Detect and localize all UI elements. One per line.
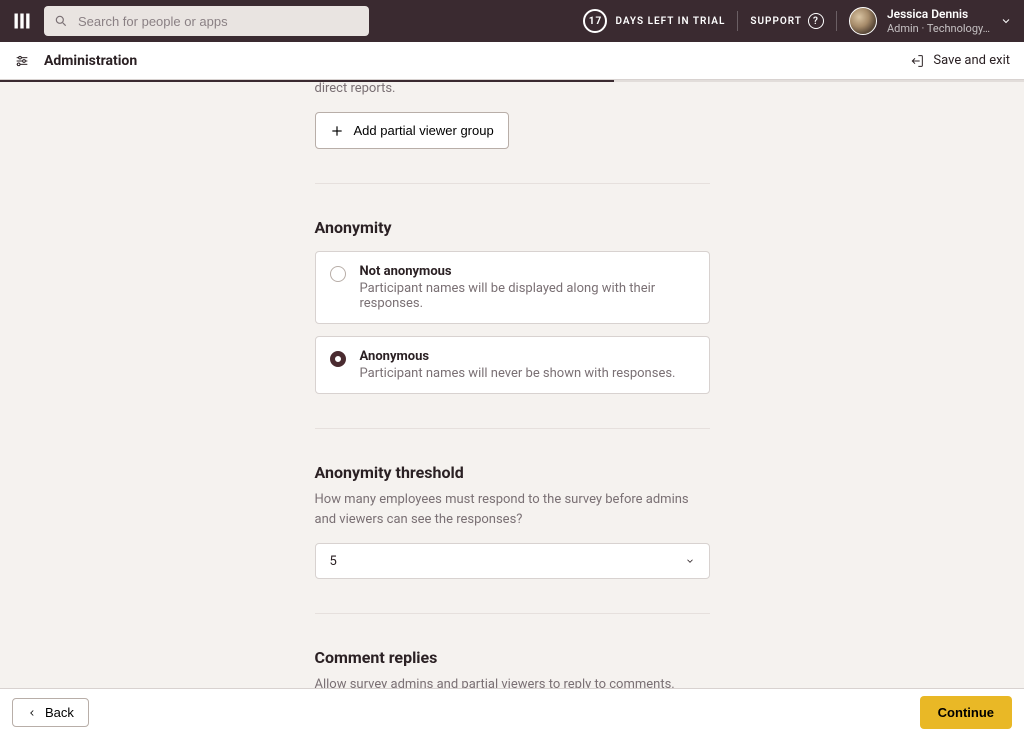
chevron-down-icon — [685, 556, 695, 566]
user-name: Jessica Dennis — [887, 7, 990, 21]
trial-label: DAYS LEFT IN TRIAL — [615, 16, 725, 27]
top-navbar: 17 DAYS LEFT IN TRIAL SUPPORT ? Jessica … — [0, 0, 1024, 42]
divider — [836, 11, 837, 31]
radio-icon — [330, 266, 346, 282]
logo[interactable] — [12, 11, 32, 31]
help-icon: ? — [808, 13, 824, 29]
divider — [737, 11, 738, 31]
divider — [315, 428, 710, 429]
exit-icon — [909, 53, 925, 69]
support-link[interactable]: SUPPORT ? — [750, 13, 824, 29]
threshold-select[interactable]: 5 — [315, 543, 710, 579]
settings-sliders-icon[interactable] — [14, 53, 30, 69]
threshold-heading: Anonymity threshold — [315, 463, 710, 482]
comment-replies-heading: Comment replies — [315, 648, 710, 667]
plus-icon — [330, 124, 344, 138]
search-input[interactable] — [76, 13, 359, 30]
avatar — [849, 7, 877, 35]
anonymity-option-anonymous[interactable]: Anonymous Participant names will never b… — [315, 336, 710, 394]
chevron-down-icon — [1000, 15, 1012, 27]
page-subheader: Administration Save and exit — [0, 42, 1024, 80]
user-menu[interactable]: Jessica Dennis Admin · Technology… — [849, 7, 1012, 35]
save-and-exit-button[interactable]: Save and exit — [909, 53, 1010, 69]
continue-button[interactable]: Continue — [920, 696, 1012, 729]
page-title: Administration — [44, 53, 137, 69]
radio-icon-selected — [330, 351, 346, 367]
search-icon — [54, 14, 68, 28]
global-search[interactable] — [44, 6, 369, 36]
option-desc: Participant names will never be shown wi… — [360, 366, 676, 381]
wizard-footer: Back Continue — [0, 688, 1024, 736]
back-button[interactable]: Back — [12, 698, 89, 727]
option-desc: Participant names will be displayed alon… — [360, 281, 695, 311]
trial-badge[interactable]: 17 DAYS LEFT IN TRIAL — [583, 9, 725, 33]
option-title: Not anonymous — [360, 264, 695, 279]
divider — [315, 183, 710, 184]
truncated-prior-text: direct reports. — [315, 82, 710, 96]
divider — [315, 613, 710, 614]
content-area: direct reports. Add partial viewer group… — [0, 82, 1024, 688]
threshold-value: 5 — [330, 554, 337, 569]
chevron-left-icon — [27, 708, 37, 718]
threshold-desc: How many employees must respond to the s… — [315, 490, 710, 529]
anonymity-option-not-anonymous[interactable]: Not anonymous Participant names will be … — [315, 251, 710, 324]
trial-days-circle: 17 — [583, 9, 607, 33]
add-partial-viewer-group-button[interactable]: Add partial viewer group — [315, 112, 509, 149]
anonymity-heading: Anonymity — [315, 218, 710, 237]
comment-replies-desc: Allow survey admins and partial viewers … — [315, 675, 710, 688]
user-role: Admin · Technology… — [887, 22, 990, 35]
option-title: Anonymous — [360, 349, 676, 364]
